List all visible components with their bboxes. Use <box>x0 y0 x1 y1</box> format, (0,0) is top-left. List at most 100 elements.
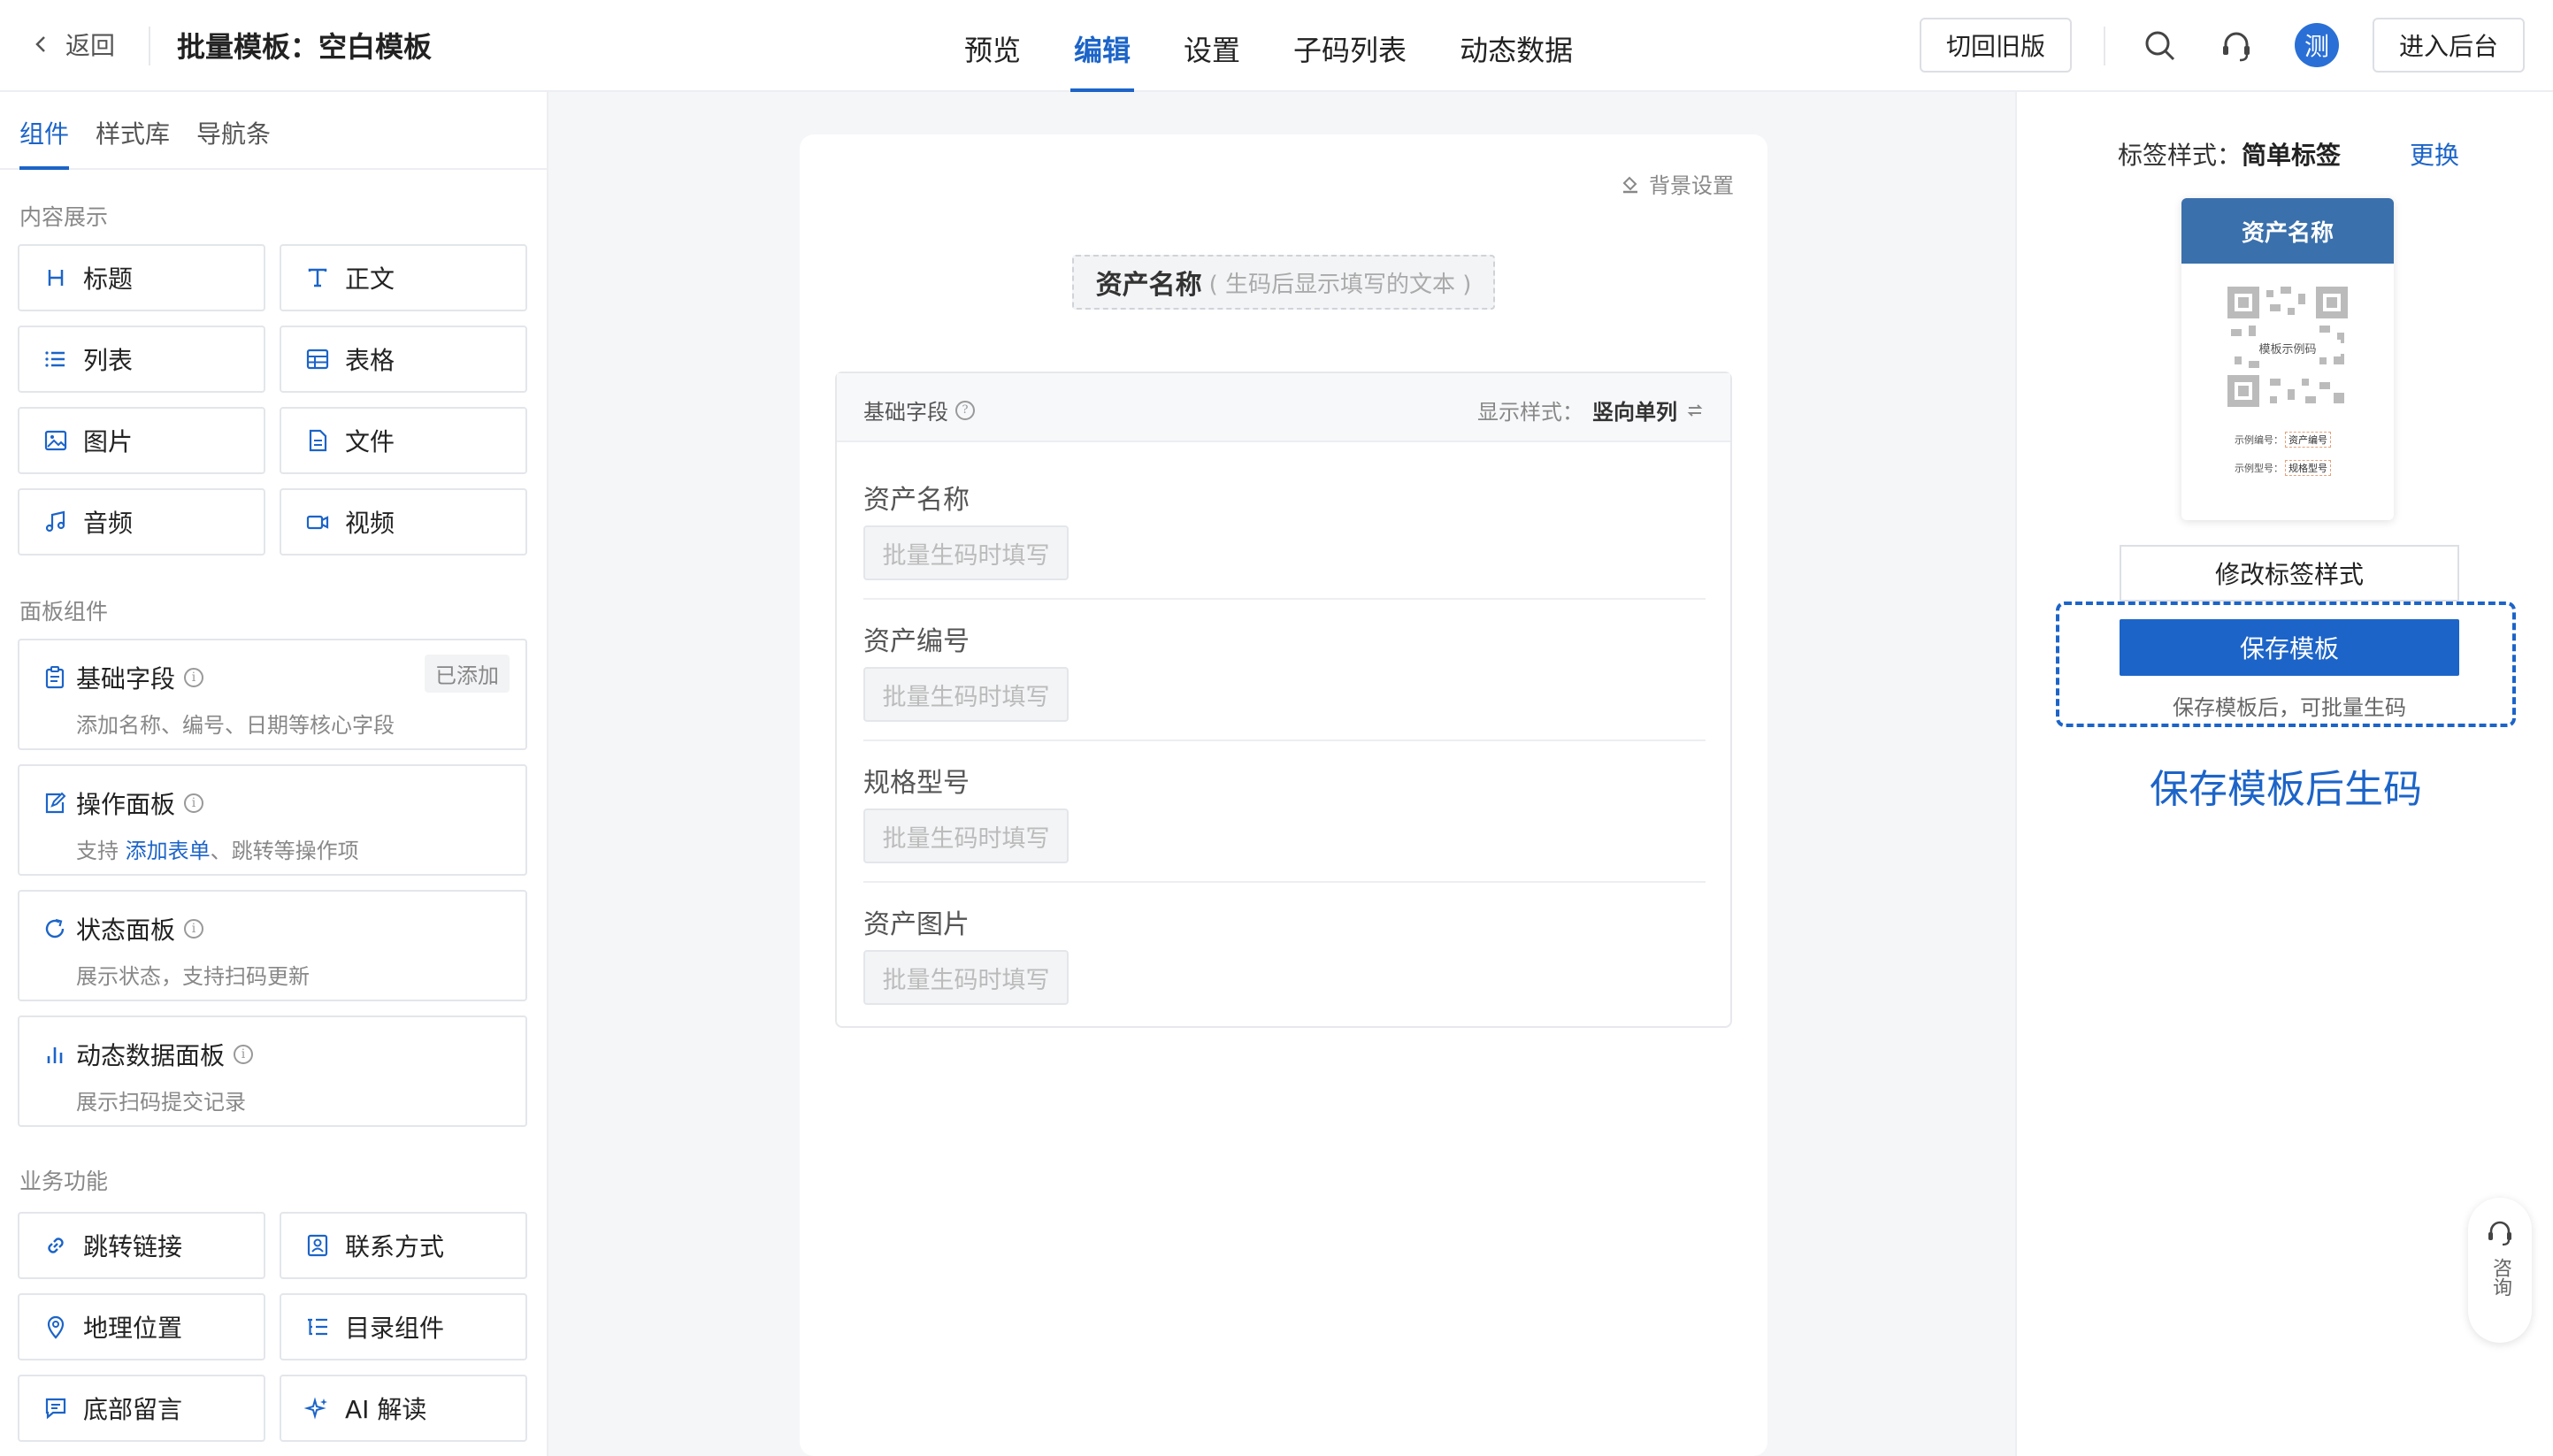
music-icon <box>45 510 65 533</box>
list-icon <box>45 351 65 367</box>
component-label: 底部留言 <box>83 1395 183 1424</box>
component-label: 音频 <box>83 509 134 538</box>
component-image[interactable]: 图片 <box>18 407 265 474</box>
image-icon <box>44 430 67 451</box>
field-input: 批量生码时填写 <box>863 525 1069 580</box>
component-video[interactable]: 视频 <box>280 488 527 556</box>
component-heading[interactable]: 标题 <box>18 244 265 311</box>
add-form-link[interactable]: 添加表单 <box>126 839 211 863</box>
consult-button[interactable]: 咨询 <box>2468 1198 2532 1343</box>
info-icon: i <box>234 1045 254 1064</box>
label-style: 标签样式：简单标签 <box>2118 136 2341 172</box>
tab-style-library[interactable]: 样式库 <box>96 115 170 170</box>
component-audio[interactable]: 音频 <box>18 488 265 556</box>
panel-header: 操作面板 i <box>42 785 204 821</box>
component-label: 目录组件 <box>345 1314 445 1343</box>
tab-settings[interactable]: 设置 <box>1157 0 1267 92</box>
display-style-toggle[interactable]: 显示样式： 竖向单列 <box>1477 395 1704 425</box>
background-setting-button[interactable]: 背景设置 <box>1621 168 1734 199</box>
fields-title-text: 基础字段 <box>863 400 948 425</box>
modify-label-style-button[interactable]: 修改标签样式 <box>2120 545 2459 602</box>
display-style-value: 竖向单列 <box>1592 400 1677 425</box>
field-row[interactable]: 资产图片 批量生码时填写 <box>863 883 1706 1024</box>
background-setting-label: 背景设置 <box>1649 173 1734 198</box>
change-style-link[interactable]: 更换 <box>2410 136 2459 172</box>
tab-preview[interactable]: 预览 <box>938 0 1047 92</box>
panel-status[interactable]: 状态面板 i 展示状态，支持扫码更新 <box>18 890 527 1001</box>
component-label: 正文 <box>345 264 395 294</box>
asset-title-placeholder[interactable]: 资产名称 ( 生码后显示填写的文本 ) <box>1072 255 1495 310</box>
panel-header: 基础字段 i <box>42 660 204 695</box>
component-table[interactable]: 表格 <box>280 326 527 393</box>
component-label: 标题 <box>83 264 134 294</box>
location-icon <box>47 1315 65 1339</box>
catalog-icon <box>308 1318 327 1336</box>
contact-icon <box>307 1234 328 1257</box>
panel-desc: 展示状态，支持扫码更新 <box>76 964 310 989</box>
save-callout-text: 保存模板后生码 <box>2150 767 2422 812</box>
component-text[interactable]: 正文 <box>280 244 527 311</box>
edit-icon <box>45 792 66 814</box>
link-icon <box>48 1238 64 1253</box>
panel-dynamic-data[interactable]: 动态数据面板 i 展示扫码提交记录 <box>18 1015 527 1127</box>
field-row[interactable]: 资产名称 批量生码时填写 <box>863 458 1706 600</box>
basic-fields-panel[interactable]: 基础字段 ? 显示样式： 竖向单列 资产名称 批量生码时填写 资产编号 批量生码… <box>835 372 1732 1028</box>
component-file[interactable]: 文件 <box>280 407 527 474</box>
table-icon <box>306 349 329 370</box>
save-template-button[interactable]: 保存模板 <box>2120 619 2459 676</box>
main-tabs: 预览 编辑 设置 子码列表 动态数据 <box>938 0 1599 92</box>
label-style-value: 简单标签 <box>2242 141 2342 170</box>
component-label: 图片 <box>83 427 134 456</box>
panel-operation[interactable]: 操作面板 i 支持 添加表单、跳转等操作项 <box>18 764 527 876</box>
component-message[interactable]: 底部留言 <box>18 1375 265 1442</box>
headset-icon[interactable] <box>2217 27 2256 65</box>
component-label: 联系方式 <box>345 1232 445 1261</box>
tab-subcode-list[interactable]: 子码列表 <box>1267 0 1433 92</box>
info-icon: i <box>184 919 204 939</box>
component-catalog[interactable]: 目录组件 <box>280 1293 527 1360</box>
panel-desc: 展示扫码提交记录 <box>76 1090 246 1115</box>
field-label: 资产图片 <box>863 909 970 940</box>
sample-line: 示例编号： 资产编号 <box>2235 432 2331 448</box>
field-row[interactable]: 资产编号 批量生码时填写 <box>863 600 1706 741</box>
component-list[interactable]: 列表 <box>18 326 265 393</box>
sample-value: 资产编号 <box>2285 432 2331 448</box>
sample-value: 规格型号 <box>2285 460 2331 476</box>
search-icon[interactable] <box>2141 27 2180 65</box>
back-button[interactable]: 返回 <box>32 27 115 62</box>
component-label: 列表 <box>83 346 134 375</box>
page-title: 批量模板：空白模板 <box>177 30 433 64</box>
panel-header: 状态面板 i <box>42 911 204 946</box>
tab-components[interactable]: 组件 <box>19 115 70 170</box>
panel-title: 基础字段 <box>76 664 176 694</box>
sample-key: 示例编号： <box>2235 434 2283 446</box>
field-label: 资产编号 <box>863 626 970 657</box>
added-badge: 已添加 <box>425 655 510 693</box>
refresh-icon <box>45 918 65 939</box>
tab-navbar[interactable]: 导航条 <box>196 115 271 170</box>
component-location[interactable]: 地理位置 <box>18 1293 265 1360</box>
clipboard-icon <box>45 666 65 689</box>
panel-desc: 添加名称、编号、日期等核心字段 <box>76 713 395 738</box>
panel-basic-fields[interactable]: 基础字段 i 已添加 添加名称、编号、日期等核心字段 <box>18 639 527 750</box>
avatar[interactable]: 测 <box>2295 23 2339 67</box>
info-icon: i <box>184 793 204 813</box>
desc-text: 支持 <box>76 839 119 863</box>
tab-edit[interactable]: 编辑 <box>1047 0 1157 92</box>
old-version-button[interactable]: 切回旧版 <box>1920 18 2072 73</box>
component-link[interactable]: 跳转链接 <box>18 1212 265 1279</box>
asset-title: 资产名称 <box>1095 270 1202 301</box>
tab-dynamic-data[interactable]: 动态数据 <box>1433 0 1599 92</box>
field-row[interactable]: 规格型号 批量生码时填写 <box>863 741 1706 883</box>
component-contact[interactable]: 联系方式 <box>280 1212 527 1279</box>
fields-title: 基础字段 ? <box>863 395 975 425</box>
display-style-label: 显示样式： <box>1477 400 1583 425</box>
section-content: 内容展示 <box>19 204 109 230</box>
back-label: 返回 <box>65 31 116 60</box>
label-style-prefix: 标签样式： <box>2118 141 2242 170</box>
component-ai-insight[interactable]: AI 解读 <box>280 1375 527 1442</box>
field-label: 资产名称 <box>863 485 970 516</box>
sparkle-icon <box>304 1397 327 1420</box>
admin-button[interactable]: 进入后台 <box>2373 18 2525 73</box>
template-canvas: 背景设置 资产名称 ( 生码后显示填写的文本 ) 基础字段 ? 显示样式： 竖向… <box>800 134 1767 1456</box>
